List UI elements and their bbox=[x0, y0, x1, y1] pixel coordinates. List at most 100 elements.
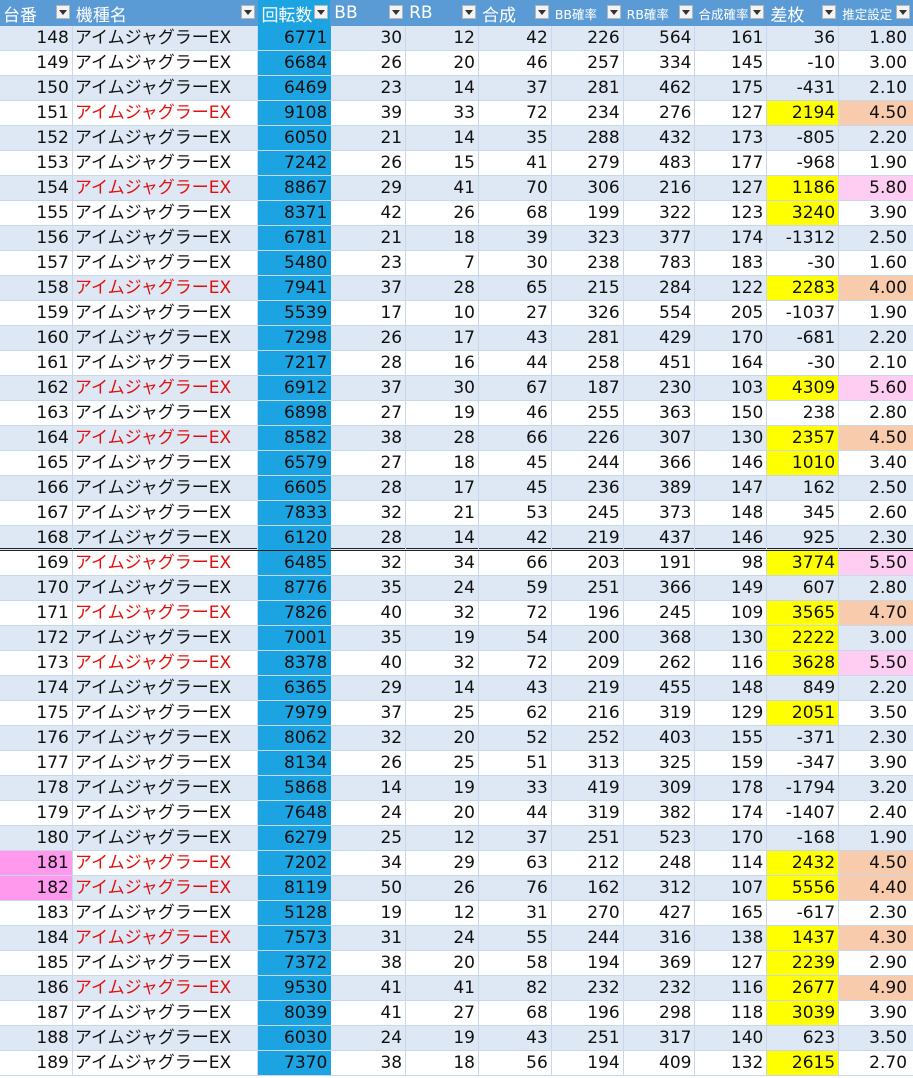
cell-bbr[interactable]: 194 bbox=[552, 1051, 624, 1075]
cell-no[interactable]: 151 bbox=[0, 101, 73, 125]
cell-rb[interactable]: 14 bbox=[406, 126, 479, 150]
cell-diff[interactable]: 3774 bbox=[767, 551, 840, 575]
cell-bbr[interactable]: 212 bbox=[552, 851, 624, 875]
cell-bb[interactable]: 32 bbox=[331, 551, 407, 575]
cell-set[interactable]: 1.90 bbox=[839, 301, 913, 325]
cell-name[interactable]: アイムジャグラーEX bbox=[73, 101, 259, 125]
cell-bbr[interactable]: 244 bbox=[552, 926, 624, 950]
cell-total[interactable]: 45 bbox=[479, 451, 552, 475]
cell-rbr[interactable]: 309 bbox=[624, 776, 696, 800]
cell-no[interactable]: 169 bbox=[0, 551, 73, 575]
cell-totr[interactable]: 123 bbox=[695, 201, 768, 225]
cell-total[interactable]: 30 bbox=[479, 251, 552, 275]
cell-name[interactable]: アイムジャグラーEX bbox=[73, 626, 259, 650]
filter-dropdown-icon[interactable] bbox=[241, 5, 256, 19]
cell-rbr[interactable]: 377 bbox=[624, 226, 696, 250]
cell-bbr[interactable]: 199 bbox=[552, 201, 624, 225]
cell-rb[interactable]: 19 bbox=[406, 1026, 479, 1050]
cell-no[interactable]: 156 bbox=[0, 226, 73, 250]
cell-total[interactable]: 53 bbox=[479, 501, 552, 525]
cell-spin[interactable]: 6365 bbox=[258, 676, 332, 700]
cell-totr[interactable]: 130 bbox=[695, 426, 768, 450]
cell-diff[interactable]: 4309 bbox=[767, 376, 840, 400]
cell-rbr[interactable]: 334 bbox=[624, 51, 696, 75]
cell-no[interactable]: 186 bbox=[0, 976, 73, 1000]
cell-set[interactable]: 4.90 bbox=[839, 976, 913, 1000]
cell-no[interactable]: 182 bbox=[0, 876, 73, 900]
cell-diff[interactable]: -168 bbox=[767, 826, 840, 850]
cell-set[interactable]: 2.20 bbox=[839, 326, 913, 350]
cell-bbr[interactable]: 203 bbox=[552, 551, 624, 575]
cell-no[interactable]: 157 bbox=[0, 251, 73, 275]
cell-no[interactable]: 150 bbox=[0, 76, 73, 100]
cell-set[interactable]: 3.90 bbox=[839, 751, 913, 775]
cell-diff[interactable]: 162 bbox=[767, 476, 840, 500]
cell-set[interactable]: 4.70 bbox=[839, 601, 913, 625]
cell-no[interactable]: 175 bbox=[0, 701, 73, 725]
cell-no[interactable]: 173 bbox=[0, 651, 73, 675]
cell-set[interactable]: 2.80 bbox=[839, 401, 913, 425]
cell-totr[interactable]: 155 bbox=[695, 726, 768, 750]
cell-totr[interactable]: 122 bbox=[695, 276, 768, 300]
cell-diff[interactable]: 2677 bbox=[767, 976, 840, 1000]
cell-name[interactable]: アイムジャグラーEX bbox=[73, 801, 259, 825]
cell-bb[interactable]: 32 bbox=[331, 501, 407, 525]
cell-rbr[interactable]: 316 bbox=[624, 926, 696, 950]
cell-total[interactable]: 62 bbox=[479, 701, 552, 725]
cell-rbr[interactable]: 483 bbox=[624, 151, 696, 175]
cell-total[interactable]: 68 bbox=[479, 201, 552, 225]
cell-diff[interactable]: -431 bbox=[767, 76, 840, 100]
cell-name[interactable]: アイムジャグラーEX bbox=[73, 51, 259, 75]
cell-name[interactable]: アイムジャグラーEX bbox=[73, 426, 259, 450]
cell-set[interactable]: 1.60 bbox=[839, 251, 913, 275]
cell-set[interactable]: 2.10 bbox=[839, 351, 913, 375]
cell-bbr[interactable]: 234 bbox=[552, 101, 624, 125]
cell-spin[interactable]: 7573 bbox=[258, 926, 332, 950]
cell-spin[interactable]: 7217 bbox=[258, 351, 332, 375]
cell-total[interactable]: 27 bbox=[479, 301, 552, 325]
cell-bb[interactable]: 32 bbox=[331, 726, 407, 750]
cell-bbr[interactable]: 196 bbox=[552, 601, 624, 625]
cell-total[interactable]: 44 bbox=[479, 801, 552, 825]
cell-totr[interactable]: 175 bbox=[695, 76, 768, 100]
cell-spin[interactable]: 9530 bbox=[258, 976, 332, 1000]
cell-set[interactable]: 2.20 bbox=[839, 676, 913, 700]
cell-set[interactable]: 2.80 bbox=[839, 576, 913, 600]
cell-totr[interactable]: 127 bbox=[695, 101, 768, 125]
cell-rb[interactable]: 19 bbox=[406, 401, 479, 425]
cell-no[interactable]: 176 bbox=[0, 726, 73, 750]
cell-diff[interactable]: -1037 bbox=[767, 301, 840, 325]
cell-no[interactable]: 164 bbox=[0, 426, 73, 450]
cell-diff[interactable]: 238 bbox=[767, 401, 840, 425]
cell-set[interactable]: 5.60 bbox=[839, 376, 913, 400]
cell-total[interactable]: 43 bbox=[479, 326, 552, 350]
cell-set[interactable]: 2.50 bbox=[839, 226, 913, 250]
cell-bbr[interactable]: 258 bbox=[552, 351, 624, 375]
cell-rbr[interactable]: 462 bbox=[624, 76, 696, 100]
cell-diff[interactable]: -617 bbox=[767, 901, 840, 925]
cell-spin[interactable]: 6771 bbox=[258, 26, 332, 50]
cell-rb[interactable]: 26 bbox=[406, 876, 479, 900]
cell-name[interactable]: アイムジャグラーEX bbox=[73, 476, 259, 500]
cell-name[interactable]: アイムジャグラーEX bbox=[73, 276, 259, 300]
cell-rb[interactable]: 14 bbox=[406, 676, 479, 700]
cell-bbr[interactable]: 319 bbox=[552, 801, 624, 825]
cell-totr[interactable]: 103 bbox=[695, 376, 768, 400]
cell-set[interactable]: 2.30 bbox=[839, 901, 913, 925]
cell-bb[interactable]: 21 bbox=[331, 126, 407, 150]
cell-spin[interactable]: 7372 bbox=[258, 951, 332, 975]
cell-total[interactable]: 67 bbox=[479, 376, 552, 400]
cell-bb[interactable]: 35 bbox=[331, 576, 407, 600]
cell-totr[interactable]: 146 bbox=[695, 526, 768, 550]
cell-spin[interactable]: 8039 bbox=[258, 1001, 332, 1025]
cell-totr[interactable]: 98 bbox=[695, 551, 768, 575]
cell-name[interactable]: アイムジャグラーEX bbox=[73, 551, 259, 575]
cell-set[interactable]: 4.40 bbox=[839, 876, 913, 900]
cell-name[interactable]: アイムジャグラーEX bbox=[73, 701, 259, 725]
cell-rb[interactable]: 12 bbox=[406, 901, 479, 925]
cell-rbr[interactable]: 298 bbox=[624, 1001, 696, 1025]
cell-total[interactable]: 68 bbox=[479, 1001, 552, 1025]
cell-name[interactable]: アイムジャグラーEX bbox=[73, 26, 259, 50]
cell-total[interactable]: 42 bbox=[479, 26, 552, 50]
cell-rb[interactable]: 14 bbox=[406, 526, 479, 550]
